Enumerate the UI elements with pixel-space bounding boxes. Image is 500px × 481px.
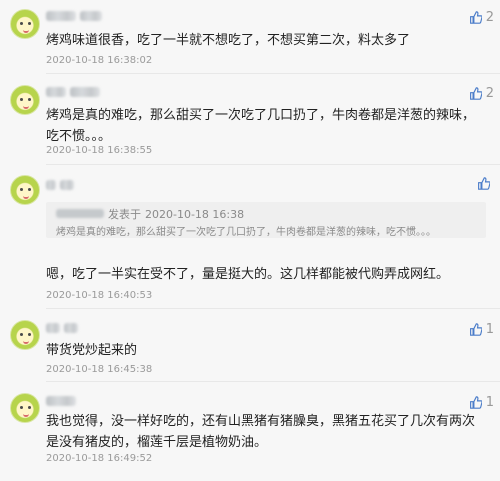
comment-timestamp: 2020-10-18 16:45:38 bbox=[46, 364, 153, 375]
comment-text: 带货党炒起来的 bbox=[46, 343, 138, 358]
username-blurred[interactable] bbox=[46, 395, 116, 409]
comment-timestamp: 2020-10-18 16:40:53 bbox=[46, 290, 153, 301]
comment-timestamp: 2020-10-18 16:38:55 bbox=[46, 145, 153, 156]
avatar[interactable] bbox=[10, 9, 40, 39]
divider bbox=[46, 164, 500, 165]
like-count: 2 bbox=[485, 86, 494, 101]
like-button[interactable]: 2 bbox=[469, 86, 494, 101]
thumbs-up-icon bbox=[469, 11, 482, 24]
comment-text: 烤鸡是真的难吃，那么甜买了一次吃了几口扔了，牛肉卷都是洋葱的辣味，吃不惯。。。 bbox=[46, 108, 476, 144]
like-button[interactable]: 1 bbox=[469, 322, 494, 337]
thumbs-up-icon bbox=[469, 87, 482, 100]
like-button[interactable] bbox=[477, 177, 494, 190]
comment-timestamp: 2020-10-18 16:49:52 bbox=[46, 453, 153, 464]
avatar[interactable] bbox=[10, 175, 40, 205]
thumbs-up-icon bbox=[478, 177, 490, 190]
comment-item: 1 我也觉得，没一样好吃的，还有山黑猪有猪臊臭，黑猪五花买了几次有两次是没有猪皮… bbox=[0, 383, 500, 481]
comment-item: 2 烤鸡是真的难吃，那么甜买了一次吃了几口扔了，牛肉卷都是洋葱的辣味，吃不惯。。… bbox=[0, 75, 500, 167]
like-button[interactable]: 1 bbox=[469, 395, 494, 410]
quote-prefix: 发表于 bbox=[108, 208, 141, 221]
quote-time: 2020-10-18 16:38 bbox=[145, 207, 245, 221]
like-button[interactable]: 2 bbox=[469, 10, 494, 25]
comment-item: 1 带货党炒起来的 2020-10-18 16:45:38 bbox=[0, 309, 500, 383]
avatar[interactable] bbox=[10, 320, 40, 350]
avatar[interactable] bbox=[10, 393, 40, 423]
quote-author-blurred[interactable] bbox=[56, 208, 104, 221]
comment-text: 烤鸡味道很香，吃了一半就不想吃了，不想买第二次，料太多了 bbox=[46, 33, 411, 48]
comment-text: 我也觉得，没一样好吃的，还有山黑猪有猪臊臭，黑猪五花买了几次有两次是没有猪皮的，… bbox=[46, 414, 476, 450]
divider bbox=[46, 381, 500, 382]
like-count: 1 bbox=[485, 395, 494, 410]
username-blurred[interactable] bbox=[46, 10, 116, 24]
quoted-comment: 发表于 2020-10-18 16:38 烤鸡是真的难吃，那么甜买了一次吃了几口扔… bbox=[46, 202, 486, 238]
divider bbox=[46, 73, 500, 74]
avatar[interactable] bbox=[10, 85, 40, 115]
comment-timestamp: 2020-10-18 16:38:02 bbox=[46, 55, 153, 66]
username-blurred[interactable] bbox=[46, 322, 116, 336]
comment-text: 嗯，吃了一半实在受不了，量是挺大的。这几样都能被代购弄成网红。 bbox=[46, 267, 450, 282]
thumbs-up-icon bbox=[469, 323, 482, 336]
username-blurred[interactable] bbox=[46, 86, 116, 100]
comment-item: 2 烤鸡味道很香，吃了一半就不想吃了，不想买第二次，料太多了 2020-10-1… bbox=[0, 0, 500, 75]
like-count: 2 bbox=[485, 10, 494, 25]
quote-header: 发表于 2020-10-18 16:38 bbox=[56, 206, 244, 222]
thumbs-up-icon bbox=[469, 396, 482, 409]
username-blurred[interactable] bbox=[46, 179, 116, 193]
comment-item: 发表于 2020-10-18 16:38 烤鸡是真的难吃，那么甜买了一次吃了几口扔… bbox=[0, 167, 500, 309]
quote-text: 烤鸡是真的难吃，那么甜买了一次吃了几口扔了，牛肉卷都是洋葱的辣味，吃不惯。。。 bbox=[56, 227, 436, 238]
like-count: 1 bbox=[485, 322, 494, 337]
